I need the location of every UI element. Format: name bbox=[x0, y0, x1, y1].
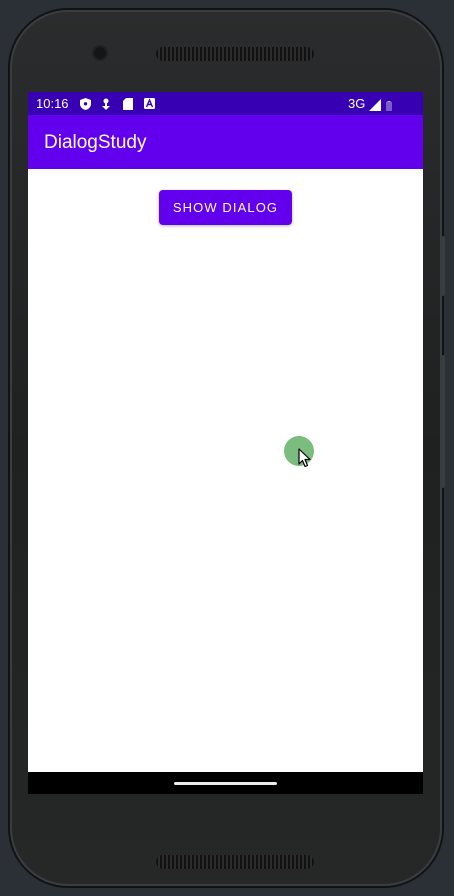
mouse-cursor-icon bbox=[298, 448, 311, 473]
sd-card-icon bbox=[122, 97, 134, 110]
show-dialog-button[interactable]: SHOW DIALOG bbox=[159, 190, 292, 225]
bottom-speaker-grille bbox=[156, 855, 314, 869]
location-icon bbox=[100, 97, 112, 110]
signal-icon bbox=[369, 98, 381, 116]
a-notification-icon bbox=[143, 97, 155, 110]
top-speaker-grille bbox=[156, 47, 314, 61]
status-time: 10:16 bbox=[36, 96, 69, 111]
battery-icon bbox=[386, 98, 392, 116]
power-button[interactable] bbox=[441, 236, 445, 296]
shield-icon bbox=[79, 97, 91, 110]
network-type: 3G bbox=[348, 96, 366, 111]
app-title: DialogStudy bbox=[44, 132, 147, 153]
status-bar: 10:16 3G bbox=[28, 92, 423, 115]
volume-button[interactable] bbox=[441, 355, 445, 488]
home-gesture-handle[interactable] bbox=[174, 782, 277, 785]
app-bar: DialogStudy bbox=[28, 115, 423, 169]
front-camera bbox=[94, 47, 106, 59]
device-screen: 10:16 3G DialogStudy SHOW DIALOG bbox=[28, 92, 423, 794]
navigation-bar bbox=[28, 772, 423, 794]
